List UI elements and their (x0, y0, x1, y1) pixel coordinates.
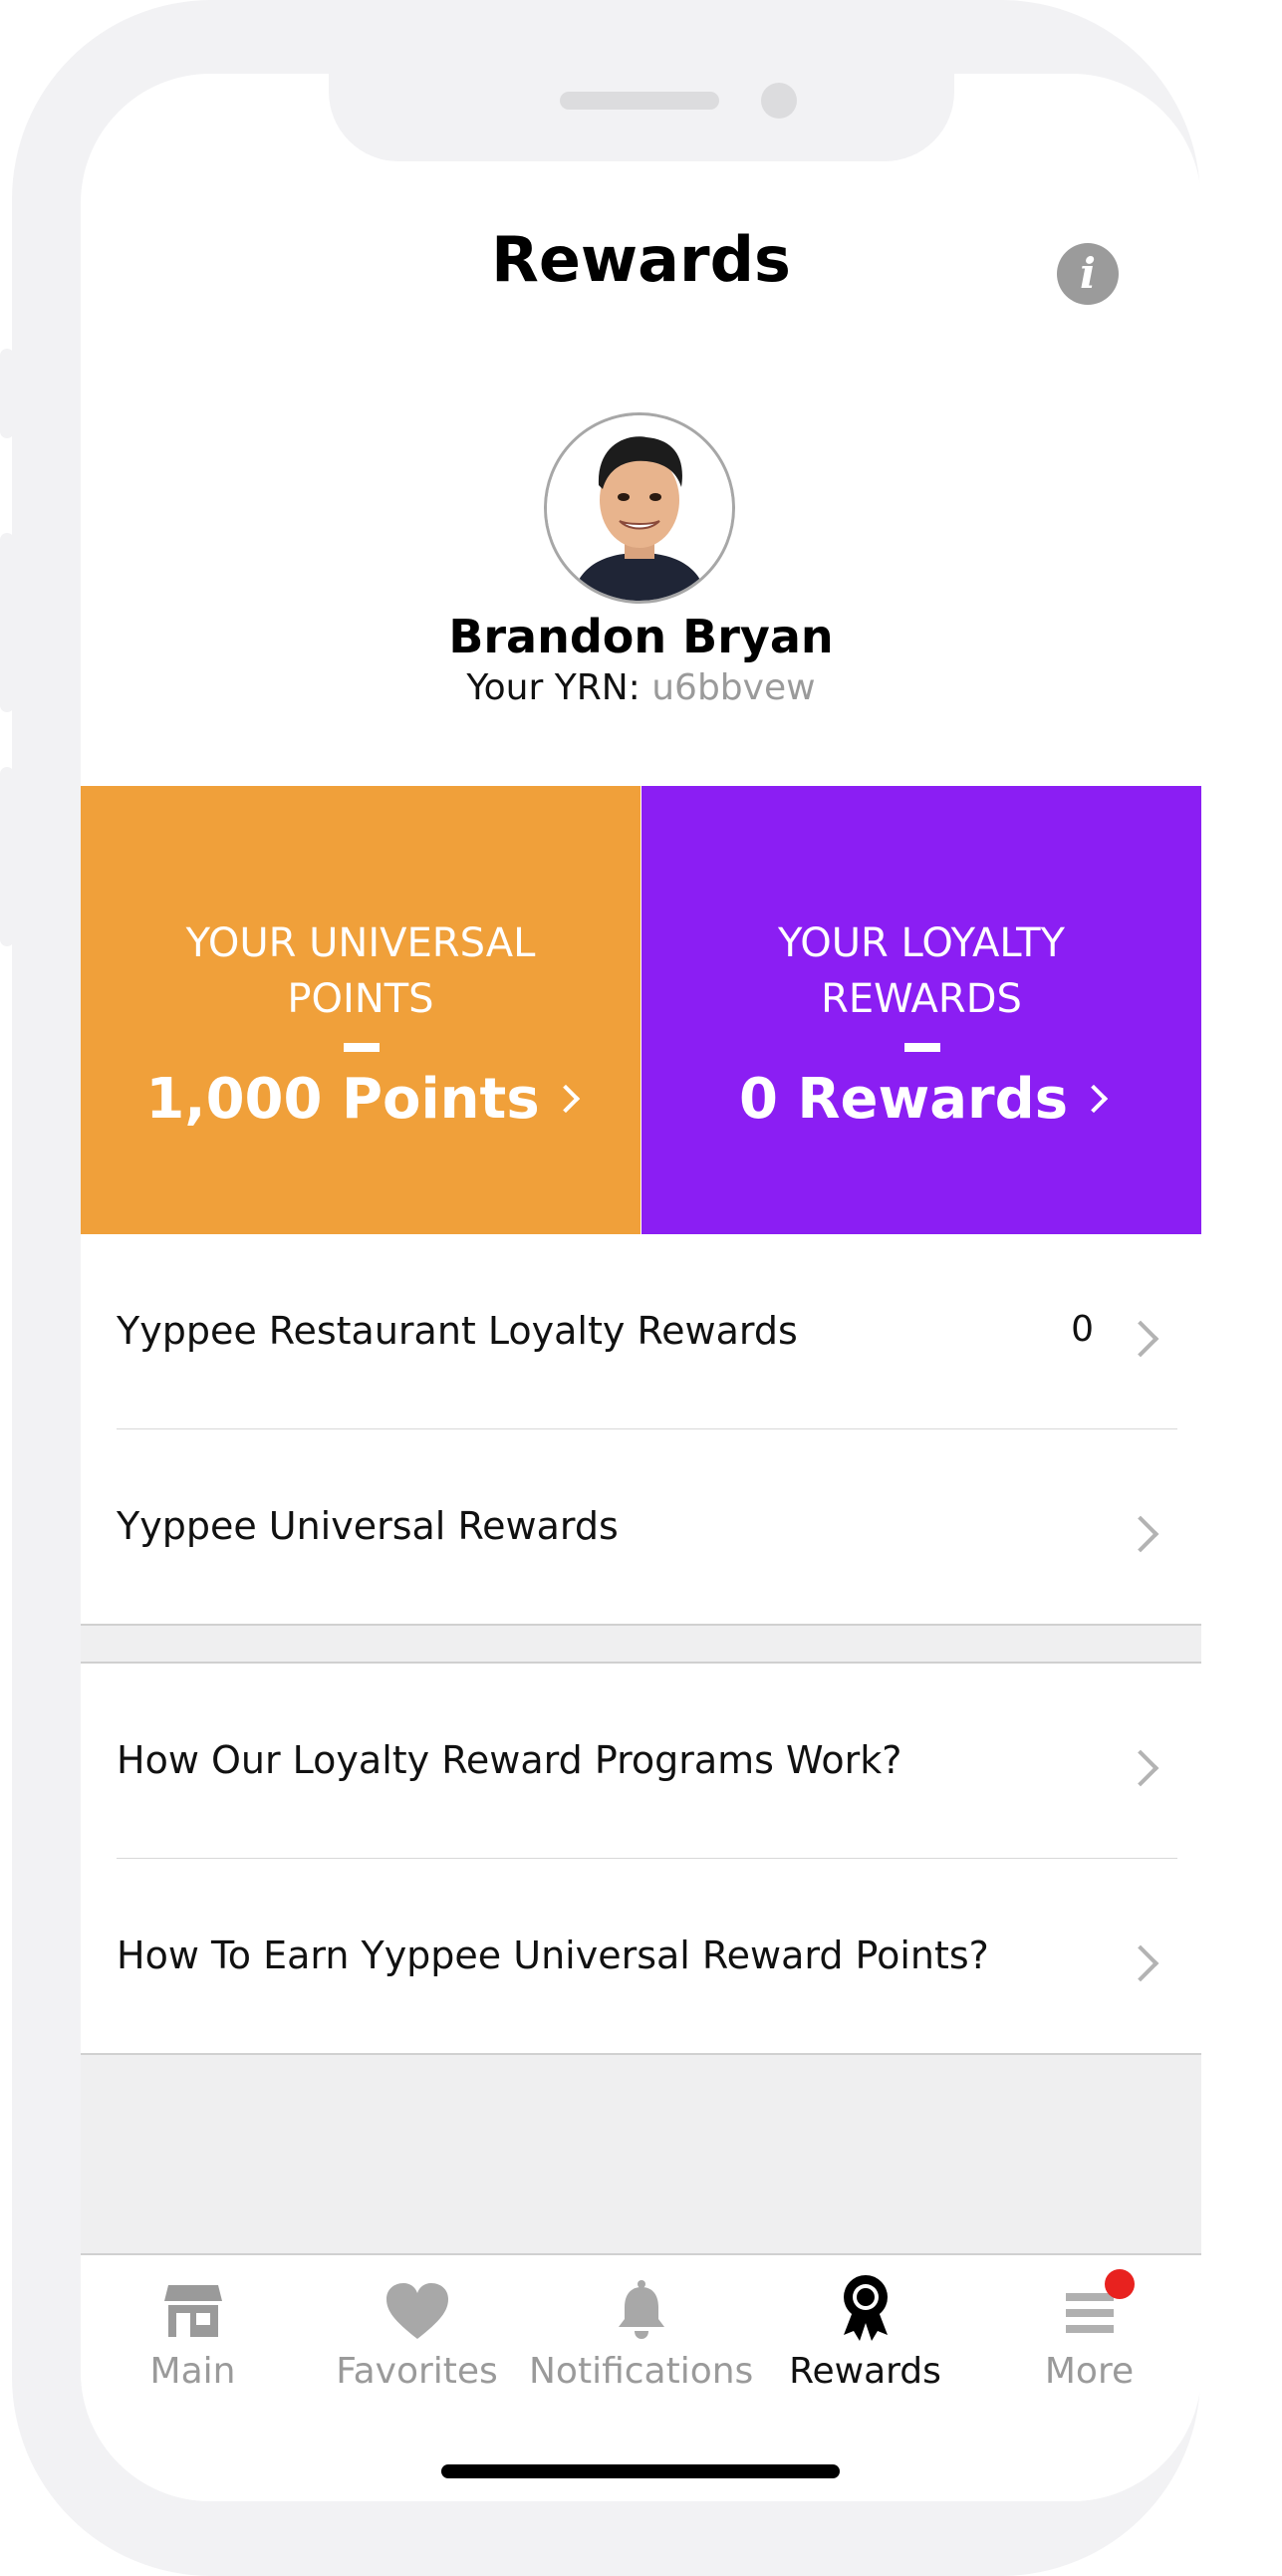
user-name: Brandon Bryan (448, 610, 834, 663)
loyalty-rewards-caption: YOUR LOYALTY REWARDS (777, 920, 1065, 1022)
list-item-how-to-earn-points[interactable]: How To Earn Yyppee Universal Reward Poin… (81, 1859, 1201, 2053)
chevron-right-icon (1122, 1515, 1159, 1553)
volume-up-button (0, 533, 14, 712)
chevron-right-icon (551, 1084, 580, 1114)
yrn-label: Your YRN: (466, 667, 641, 708)
info-icon[interactable]: i (1057, 243, 1119, 305)
loyalty-rewards-tile[interactable]: YOUR LOYALTY REWARDS 0 Rewards (641, 786, 1201, 1234)
list-item-label: Yyppee Universal Rewards (117, 1504, 619, 1548)
heart-icon (305, 2273, 529, 2343)
universal-points-caption: YOUR UNIVERSAL POINTS (185, 920, 536, 1022)
chevron-right-icon (1122, 1944, 1159, 1982)
list-item-universal-rewards[interactable]: Yyppee Universal Rewards (81, 1429, 1201, 1624)
list-item-how-loyalty-works[interactable]: How Our Loyalty Reward Programs Work? (81, 1664, 1201, 1858)
tab-label: More (1044, 2351, 1135, 2392)
tab-label: Rewards (789, 2351, 941, 2392)
front-camera (761, 83, 797, 119)
bell-icon (529, 2273, 753, 2343)
chevron-right-icon (1079, 1084, 1109, 1114)
volume-down-button (0, 767, 14, 946)
store-icon (81, 2273, 305, 2343)
speaker (560, 92, 719, 110)
yrn-value[interactable]: u6bbvew (651, 667, 815, 708)
award-ribbon-icon (753, 2273, 977, 2343)
list-item-restaurant-loyalty-rewards[interactable]: Yyppee Restaurant Loyalty Rewards 0 (81, 1234, 1201, 1428)
chevron-right-icon (1122, 1749, 1159, 1787)
tile-dash (344, 1043, 380, 1052)
yrn-line: Your YRN: u6bbvew (81, 667, 1201, 708)
avatar (544, 412, 735, 604)
section-separator (81, 1626, 1201, 1662)
tab-rewards[interactable]: Rewards (753, 2273, 977, 2392)
empty-area (81, 2055, 1201, 2253)
list-item-label: How To Earn Yyppee Universal Reward Poin… (117, 1933, 989, 1977)
tab-main[interactable]: Main (81, 2273, 305, 2392)
list-item-count: 0 (1071, 1309, 1094, 1350)
notification-badge (1105, 2269, 1135, 2299)
tile-dash (904, 1043, 940, 1052)
universal-points-tile[interactable]: YOUR UNIVERSAL POINTS 1,000 Points (81, 786, 641, 1234)
screen: Rewards i Brandon Bryan Your YRN: u6bbve… (81, 74, 1201, 2501)
tab-label: Favorites (336, 2351, 498, 2392)
tab-notifications[interactable]: Notifications (529, 2273, 753, 2392)
home-indicator[interactable] (441, 2464, 840, 2478)
list-item-label: Yyppee Restaurant Loyalty Rewards (117, 1309, 798, 1353)
avatar-illustration (547, 415, 732, 601)
chevron-right-icon (1122, 1320, 1159, 1358)
list-item-label: How Our Loyalty Reward Programs Work? (117, 1738, 902, 1782)
tab-label: Main (149, 2351, 236, 2392)
tab-more[interactable]: More (977, 2269, 1201, 2392)
page-title: Rewards (491, 223, 791, 296)
mute-switch (0, 349, 14, 438)
tab-label: Notifications (529, 2351, 754, 2392)
universal-points-value: 1,000 Points (81, 1067, 641, 1132)
menu-icon (977, 2269, 1201, 2343)
notch (329, 74, 954, 161)
loyalty-rewards-value: 0 Rewards (641, 1067, 1201, 1132)
tab-favorites[interactable]: Favorites (305, 2273, 529, 2392)
